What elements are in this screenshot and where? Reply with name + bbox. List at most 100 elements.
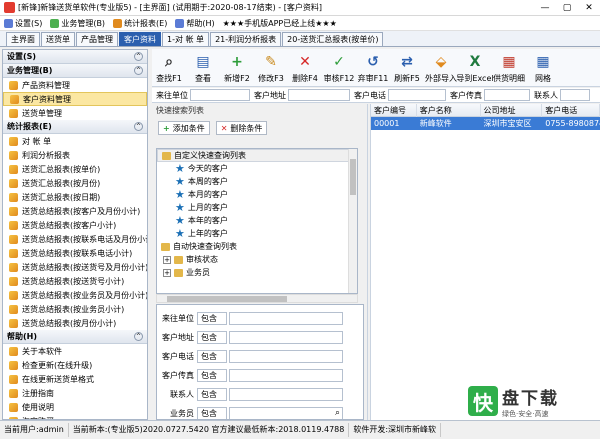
collapse-icon[interactable]: ^: [134, 52, 143, 61]
sidebar-item[interactable]: 送货总结报表(按月份小计): [3, 316, 147, 330]
menu-item[interactable]: ★★★手机版APP已经上线★★★: [219, 18, 341, 29]
tree-node[interactable]: ★ 上月的客户: [157, 201, 357, 214]
sidebar-item[interactable]: 送货总结报表(按送货号及月份小计): [3, 260, 147, 274]
toolbar-button[interactable]: ⇄ 刷新F5: [390, 49, 424, 87]
condition-value-input[interactable]: [229, 387, 343, 401]
sidebar-item[interactable]: 送货总结报表(按联系电话小计): [3, 246, 147, 260]
tree-scrollbar[interactable]: [348, 149, 357, 293]
expand-icon[interactable]: +: [163, 268, 171, 277]
sidebar-section-header[interactable]: 帮助(H) ^: [3, 330, 147, 344]
filter-input[interactable]: [288, 89, 350, 101]
sidebar-item[interactable]: 送货总结报表(按送货号小计): [3, 274, 147, 288]
operator-select[interactable]: 包含: [197, 406, 227, 419]
column-header[interactable]: 客户电话: [542, 103, 600, 117]
tab[interactable]: 产品管理: [76, 32, 118, 46]
condition-value-input[interactable]: [229, 330, 343, 344]
sidebar-item[interactable]: 注册指南: [3, 386, 147, 400]
condition-label: 客户传真: [162, 370, 194, 380]
toolbar-button[interactable]: ↺ 弃审F11: [356, 49, 390, 87]
sidebar-item[interactable]: 使用说明: [3, 400, 147, 414]
maximize-button[interactable]: ▢: [556, 0, 578, 16]
sidebar-item[interactable]: 利润分析报表: [3, 148, 147, 162]
sidebar-item[interactable]: 送货总结报表(按客户小计): [3, 218, 147, 232]
condition-value-input[interactable]: [229, 311, 343, 325]
sidebar-item[interactable]: 送货汇总报表(按单价): [3, 162, 147, 176]
toolbar-button[interactable]: ✎ 修改F3: [254, 49, 288, 87]
toolbar-button[interactable]: ▦ 网格: [526, 49, 560, 87]
filter-input[interactable]: [190, 89, 250, 101]
module-icon: [9, 206, 18, 216]
sidebar-item[interactable]: 检查更新(在线升级): [3, 358, 147, 372]
condition-value-input[interactable]: ⌕: [229, 406, 343, 419]
sidebar-item[interactable]: 对 帐 单: [3, 134, 147, 148]
tree-node[interactable]: + 审核状态: [157, 253, 357, 266]
tree-node[interactable]: 自动快速查询列表: [157, 240, 357, 253]
tab[interactable]: 20-送货汇总报表(按单价): [282, 32, 384, 46]
sidebar-item[interactable]: 客户资料管理: [3, 92, 147, 106]
sidebar-item[interactable]: 送货单管理: [3, 106, 147, 120]
filter-input[interactable]: [388, 89, 446, 101]
tab[interactable]: 主界面: [6, 32, 40, 46]
toolbar-button[interactable]: ⬙ 外部导入: [424, 49, 458, 87]
tree-node[interactable]: + 业务员: [157, 266, 357, 279]
tab[interactable]: 21-利润分析报表: [210, 32, 282, 46]
filter-input[interactable]: [560, 89, 590, 101]
minimize-button[interactable]: —: [534, 0, 556, 16]
operator-select[interactable]: 包含: [197, 387, 227, 401]
sidebar-section-header[interactable]: 设置(S) ^: [3, 50, 147, 64]
column-header[interactable]: 客户编号: [371, 103, 417, 117]
expand-icon[interactable]: +: [163, 255, 171, 264]
column-header[interactable]: 客户名称: [417, 103, 481, 117]
tree-hscrollbar[interactable]: [156, 294, 358, 303]
sidebar-item[interactable]: 送货总结报表(按客户及月份小计): [3, 204, 147, 218]
add-condition-button[interactable]: + 添加条件: [158, 121, 210, 135]
operator-select[interactable]: 包含: [197, 368, 227, 382]
sidebar-section-header[interactable]: 业务管理(B) ^: [3, 64, 147, 78]
tree-node[interactable]: ★ 本周的客户: [157, 175, 357, 188]
close-button[interactable]: ✕: [578, 0, 600, 16]
toolbar-button[interactable]: ▦ 供货明细: [492, 49, 526, 87]
table-cell: 深圳市宝安区: [483, 119, 532, 128]
sidebar-item[interactable]: 送货总结报表(按业务员及月份小计): [3, 288, 147, 302]
filter-label: 来往单位: [156, 90, 188, 100]
toolbar-button[interactable]: X 导到Excel: [456, 49, 493, 87]
remove-condition-button[interactable]: ✕ 删除条件: [215, 121, 268, 135]
sidebar-section-header[interactable]: 统计报表(E) ^: [3, 120, 147, 134]
operator-select[interactable]: 包含: [197, 330, 227, 344]
toolbar-button[interactable]: + 新增F2: [220, 49, 254, 87]
sidebar-item[interactable]: 送货汇总报表(按日期): [3, 190, 147, 204]
search-icon[interactable]: ⌕: [335, 408, 340, 418]
menu-item[interactable]: 设置(S): [0, 18, 46, 29]
sidebar-item[interactable]: 产品资料管理: [3, 78, 147, 92]
collapse-icon[interactable]: ^: [134, 332, 143, 341]
tree-node[interactable]: ★ 今天的客户: [157, 162, 357, 175]
toolbar-button[interactable]: ✕ 删除F4: [288, 49, 322, 87]
tree-node[interactable]: ★ 本年的客户: [157, 214, 357, 227]
operator-select[interactable]: 包含: [197, 311, 227, 325]
menu-item[interactable]: 帮助(H): [171, 18, 218, 29]
tree-node[interactable]: ★ 上年的客户: [157, 227, 357, 240]
column-header[interactable]: 公司地址: [481, 103, 543, 117]
toolbar-button[interactable]: ▤ 查看: [186, 49, 220, 87]
condition-value-input[interactable]: [229, 368, 343, 382]
collapse-icon[interactable]: ^: [134, 66, 143, 75]
toolbar-button[interactable]: ⌕ 查找F1: [152, 49, 186, 87]
toolbar-button[interactable]: ✓ 审核F12: [322, 49, 356, 87]
menu-item[interactable]: 统计报表(E): [109, 18, 171, 29]
menu-item[interactable]: 业务管理(B): [46, 18, 109, 29]
sidebar-item[interactable]: 在线更新送货单格式: [3, 372, 147, 386]
filter-input[interactable]: [484, 89, 530, 101]
tree-node[interactable]: ★ 本月的客户: [157, 188, 357, 201]
sidebar-item[interactable]: 关于本软件: [3, 344, 147, 358]
sidebar-item[interactable]: 送货总结报表(按业务员小计): [3, 302, 147, 316]
tab[interactable]: 送货单: [41, 32, 75, 46]
operator-select[interactable]: 包含: [197, 349, 227, 363]
condition-value-input[interactable]: [229, 349, 343, 363]
collapse-icon[interactable]: ^: [134, 122, 143, 131]
sidebar-item[interactable]: 送货总结报表(按联系电话及月份小计): [3, 232, 147, 246]
tree-node[interactable]: 自定义快速查询列表: [157, 149, 357, 162]
sidebar-item[interactable]: 送货汇总报表(按月份): [3, 176, 147, 190]
tab[interactable]: 1-对 帐 单: [162, 32, 210, 46]
tab[interactable]: 客户资料: [119, 32, 161, 46]
table-row[interactable]: 00001 新峰软件 深圳市宝安区 0755-89808745: [371, 117, 600, 130]
